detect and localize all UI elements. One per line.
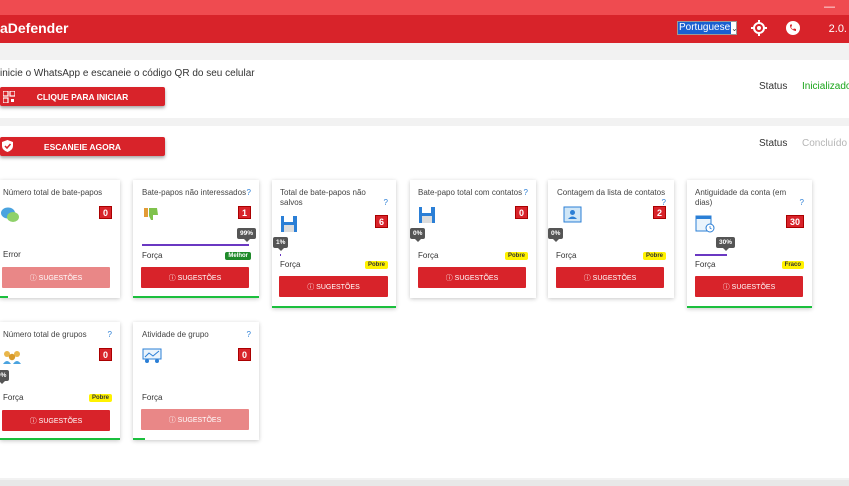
bottom-edge bbox=[0, 480, 849, 486]
count-badge: 2 bbox=[652, 206, 666, 219]
progress-tooltip: 1% bbox=[273, 237, 289, 251]
progress-bar bbox=[695, 254, 727, 256]
card-unsaved-chats: Total de bate-papos não salvos ? 6 1% Fo… bbox=[272, 180, 396, 308]
suggestions-button[interactable]: ⓘ SUGESTÕES bbox=[2, 410, 110, 431]
whatsapp-icon[interactable] bbox=[785, 20, 801, 36]
group-activity-icon bbox=[142, 348, 162, 363]
start-button-label: CLIQUE PARA INICIAR bbox=[36, 91, 129, 102]
card-account-age: Antiguidade da conta (em dias) ? 30 30% … bbox=[687, 180, 812, 308]
card-title: Número total de bate-papos bbox=[3, 188, 103, 197]
floppy-disk-icon bbox=[281, 216, 297, 232]
minimize-button[interactable]: — bbox=[824, 1, 835, 13]
app-title: aDefender bbox=[0, 20, 69, 36]
progress-bar bbox=[142, 244, 249, 246]
count-badge: 0 bbox=[98, 348, 112, 361]
count-badge: 0 bbox=[514, 206, 528, 219]
scan-now-button[interactable]: ESCANEIE AGORA bbox=[0, 137, 165, 156]
suggestions-button[interactable]: ⓘ SUGESTÕES bbox=[279, 276, 388, 297]
suggestions-button[interactable]: ⓘ SUGESTÕES bbox=[418, 267, 526, 288]
progress-tooltip: 0% bbox=[0, 370, 10, 384]
progress-tooltip: 0% bbox=[410, 228, 426, 242]
suggestions-button[interactable]: ⓘ SUGESTÕES bbox=[695, 276, 803, 297]
count-badge: 1 bbox=[237, 206, 251, 219]
strength-label: Força bbox=[695, 260, 716, 269]
scan-status-value: Concluído bbox=[802, 138, 848, 149]
help-icon[interactable]: ? bbox=[800, 198, 804, 207]
strength-label: Força bbox=[142, 251, 163, 260]
card-contact-list: Contagem da lista de contatos ? 2 0% For… bbox=[548, 180, 674, 298]
suggestions-button[interactable]: ⓘ SUGESTÕES bbox=[141, 409, 249, 430]
suggestions-button[interactable]: ⓘ SUGESTÕES bbox=[141, 267, 249, 288]
card-group-activity: Atividade de grupo ? 0 Força ⓘ SUGESTÕES bbox=[133, 322, 259, 440]
progress-line bbox=[133, 296, 259, 298]
connect-status-value: Inicializado bbox=[802, 81, 849, 92]
strength-badge: Pobre bbox=[504, 252, 528, 260]
thumbs-down-icon bbox=[144, 208, 158, 220]
card-total-chats: Número total de bate-papos 0 Error ⓘ SUG… bbox=[0, 180, 120, 298]
progress-tooltip: 0% bbox=[548, 228, 564, 242]
strength-badge: Pobre bbox=[642, 252, 666, 260]
count-badge: 0 bbox=[98, 206, 112, 219]
error-text: Error bbox=[3, 250, 21, 259]
progress-tooltip: 99% bbox=[237, 228, 257, 242]
scan-panel: ESCANEIE AGORA Status Concluído Número t… bbox=[0, 126, 849, 478]
strength-label: Força bbox=[3, 393, 24, 402]
strength-label: Força bbox=[280, 260, 301, 269]
help-icon[interactable]: ? bbox=[108, 330, 112, 339]
contact-card-icon bbox=[563, 206, 582, 223]
group-icon bbox=[3, 351, 21, 364]
card-title: Bate-papos não interessados bbox=[142, 188, 247, 197]
help-icon[interactable]: ? bbox=[384, 198, 388, 207]
strength-badge: Melhor bbox=[225, 252, 251, 260]
card-title: Bate-papo total com contatos bbox=[418, 188, 523, 197]
start-button[interactable]: CLIQUE PARA INICIAR bbox=[0, 87, 165, 106]
strength-badge: Pobre bbox=[88, 394, 112, 402]
qr-code-icon bbox=[3, 91, 15, 103]
chevron-down-icon: ⌄ bbox=[731, 23, 738, 33]
app-header: aDefender Portuguese ⌄ 2.0. bbox=[0, 15, 849, 43]
shield-icon bbox=[2, 140, 13, 152]
count-badge: 6 bbox=[374, 215, 388, 228]
count-badge: 0 bbox=[237, 348, 251, 361]
instruction-text: inicie o WhatsApp e escaneie o código QR… bbox=[0, 68, 255, 79]
scan-status-label: Status bbox=[759, 138, 788, 149]
strength-label: Força bbox=[418, 251, 439, 260]
card-title: Total de bate-papos não salvos bbox=[280, 188, 366, 207]
calendar-clock-icon bbox=[695, 215, 715, 233]
gear-icon[interactable] bbox=[751, 20, 767, 36]
help-icon[interactable]: ? bbox=[524, 188, 528, 197]
progress-line bbox=[0, 296, 8, 298]
whatsapp-connect-panel: inicie o WhatsApp e escaneie o código QR… bbox=[0, 60, 849, 118]
progress-line bbox=[272, 306, 396, 308]
progress-bar bbox=[280, 254, 281, 256]
card-chats-with-contacts: Bate-papo total com contatos ? 0 0% Forç… bbox=[410, 180, 536, 298]
scan-now-label: ESCANEIE AGORA bbox=[43, 141, 122, 152]
help-icon[interactable]: ? bbox=[247, 188, 251, 197]
progress-line bbox=[133, 438, 145, 440]
suggestions-button[interactable]: ⓘ SUGESTÕES bbox=[556, 267, 664, 288]
connect-status-label: Status bbox=[759, 81, 788, 92]
card-title: Antiguidade da conta (em dias) bbox=[695, 188, 787, 207]
floppy-disk-icon bbox=[419, 207, 435, 223]
progress-line bbox=[687, 306, 812, 308]
card-total-groups: Número total de grupos ? 0 0% Força Pobr… bbox=[0, 322, 120, 440]
card-title: Atividade de grupo bbox=[142, 330, 209, 339]
card-uninterested-chats: Bate-papos não interessados ? 1 99% Forç… bbox=[133, 180, 259, 298]
window-title-bar: — bbox=[0, 0, 849, 15]
help-icon[interactable]: ? bbox=[247, 330, 251, 339]
strength-badge: Fraco bbox=[781, 261, 804, 269]
language-selected: Portuguese bbox=[678, 22, 732, 34]
strength-badge: Pobre bbox=[364, 261, 388, 269]
progress-line bbox=[0, 438, 120, 440]
suggestions-button[interactable]: ⓘ SUGESTÕES bbox=[2, 267, 110, 288]
strength-label: Força bbox=[142, 393, 163, 402]
progress-tooltip: 30% bbox=[716, 237, 736, 251]
version-label: 2.0. bbox=[828, 23, 847, 35]
count-badge: 30 bbox=[785, 215, 804, 228]
card-title: Número total de grupos bbox=[3, 330, 87, 339]
chat-bubbles-icon bbox=[1, 207, 19, 222]
card-title: Contagem da lista de contatos bbox=[557, 188, 666, 197]
strength-label: Força bbox=[556, 251, 577, 260]
language-select[interactable]: Portuguese ⌄ bbox=[677, 21, 738, 35]
